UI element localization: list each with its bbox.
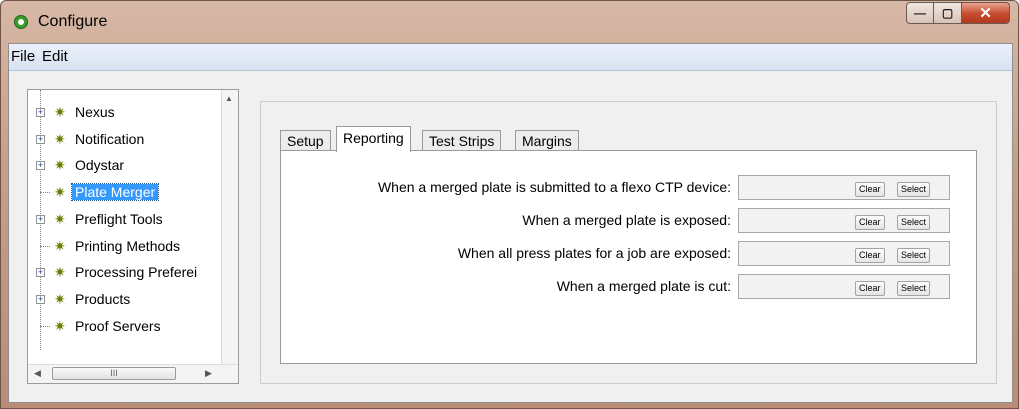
report-row-label: When a merged plate is submitted to a fl… <box>377 179 731 195</box>
tree-item-label: Plate Merger <box>70 183 160 202</box>
gear-icon: ✷ <box>54 157 66 174</box>
tree-item[interactable]: ✷ Printing Methods <box>28 236 224 262</box>
reporting-tab-content: When a merged plate is submitted to a fl… <box>280 150 977 364</box>
tree-vertical-scrollbar[interactable]: ▲ <box>221 90 238 365</box>
expand-icon[interactable]: + <box>36 134 45 144</box>
maximize-button[interactable]: ▢ <box>934 2 962 24</box>
minimize-button[interactable]: — <box>906 2 934 24</box>
menu-edit[interactable]: Edit <box>42 48 68 65</box>
gear-icon: ✷ <box>54 104 66 120</box>
close-button[interactable]: ✕ <box>962 2 1010 24</box>
gear-icon: ✷ <box>54 210 66 227</box>
category-tree: + ✷ Nexus + ✷ Notification + ✷ Odystar ✷ Plate Mer… <box>27 89 239 384</box>
tree-connector <box>40 325 50 327</box>
tree-item[interactable]: ✷ Plate Merger <box>28 182 224 208</box>
select-button[interactable]: Select <box>897 248 931 263</box>
close-icon: ✕ <box>979 5 992 22</box>
window-title: Configure <box>38 13 108 30</box>
configure-window: Configure — ▢ ✕ File Edit + ✷ Nexus + ✷ Notif… <box>0 0 1019 409</box>
caption-buttons: — ▢ ✕ <box>906 2 1010 26</box>
report-row-label: When all press plates for a job are expo… <box>457 245 731 261</box>
gear-icon: ✷ <box>54 264 66 281</box>
select-button[interactable]: Select <box>897 182 931 197</box>
tree-item-label: Products <box>75 290 131 307</box>
tree-item[interactable]: ✷ Proof Servers <box>28 316 224 342</box>
expand-icon[interactable]: + <box>36 108 45 117</box>
clear-button[interactable]: Clear <box>855 215 885 230</box>
scroll-left-arrow-icon[interactable]: ◀ <box>34 368 41 379</box>
tree-item[interactable]: + ✷ Products <box>28 289 224 315</box>
gear-icon: ✷ <box>54 237 66 254</box>
report-script-field[interactable]: Clear Select <box>738 175 950 200</box>
tree-item[interactable]: + ✷ Preflight Tools <box>28 209 224 235</box>
tree-item[interactable]: + ✷ Nexus <box>28 102 224 128</box>
tree-item[interactable]: + ✷ Notification <box>28 129 224 155</box>
tree-item-label: Proof Servers <box>75 317 161 334</box>
tree-item-label: Printing Methods <box>75 237 181 254</box>
client-area: File Edit + ✷ Nexus + ✷ Notification + ✷ Odystar… <box>8 43 1013 403</box>
expand-icon[interactable]: + <box>36 294 45 304</box>
scroll-right-arrow-icon[interactable]: ▶ <box>205 368 212 379</box>
gear-icon: ✷ <box>54 184 66 201</box>
report-row: When a merged plate is exposed: Clear Sele… <box>281 208 976 234</box>
expand-icon[interactable]: + <box>36 268 45 278</box>
tree-horizontal-scrollbar[interactable]: ◀ III ▶ <box>28 364 238 383</box>
report-script-field[interactable]: Clear Select <box>738 208 950 233</box>
report-script-field[interactable]: Clear Select <box>738 274 950 299</box>
select-button[interactable]: Select <box>897 281 931 296</box>
title-bar[interactable]: Configure — ▢ ✕ <box>1 1 1018 43</box>
tab-test-strips-label: Test Strips <box>429 133 495 149</box>
tree-item-label: Processing Preferei <box>75 264 198 281</box>
scroll-up-arrow-icon[interactable]: ▲ <box>225 94 233 103</box>
tree-connector <box>40 245 50 247</box>
tab-setup[interactable]: Setup <box>280 130 331 151</box>
maximize-icon: ▢ <box>941 6 954 20</box>
clear-button[interactable]: Clear <box>855 248 885 263</box>
report-row: When all press plates for a job are expo… <box>281 241 976 267</box>
menu-bar: File Edit <box>9 44 1012 71</box>
tab-reporting[interactable]: Reporting <box>336 126 411 152</box>
select-button[interactable]: Select <box>897 215 931 230</box>
tab-margins-label: Margins <box>522 133 572 149</box>
report-row-label: When a merged plate is exposed: <box>522 212 731 228</box>
tree-item[interactable]: + ✷ Odystar <box>28 155 224 181</box>
expand-icon[interactable]: + <box>36 214 45 224</box>
scroll-thumb[interactable]: III <box>52 367 176 380</box>
clear-button[interactable]: Clear <box>855 182 885 197</box>
app-icon <box>14 15 28 29</box>
report-script-field[interactable]: Clear Select <box>738 241 950 266</box>
tree-connector <box>40 192 50 194</box>
report-row-label: When a merged plate is cut: <box>556 278 731 294</box>
tree-item-label: Nexus <box>75 104 115 120</box>
tree-item-label: Odystar <box>75 157 125 174</box>
tab-setup-label: Setup <box>287 133 324 149</box>
report-row: When a merged plate is cut: Clear Select <box>281 274 976 300</box>
tree-item-label: Notification <box>75 130 145 147</box>
gear-icon: ✷ <box>54 290 66 307</box>
tab-margins[interactable]: Margins <box>515 130 579 151</box>
menu-file[interactable]: File <box>11 48 35 65</box>
tab-reporting-label: Reporting <box>343 130 404 146</box>
tree-item[interactable]: + ✷ Processing Preferei <box>28 262 224 288</box>
settings-panel: Setup Reporting Test Strips Margins When… <box>260 101 997 384</box>
gear-icon: ✷ <box>54 317 66 334</box>
report-row: When a merged plate is submitted to a fl… <box>281 175 976 201</box>
gear-icon: ✷ <box>54 130 66 147</box>
scroll-thumb-grip: III <box>110 368 118 378</box>
tree-item-label: Preflight Tools <box>75 210 163 227</box>
tab-test-strips[interactable]: Test Strips <box>422 130 502 151</box>
clear-button[interactable]: Clear <box>855 281 885 296</box>
expand-icon[interactable]: + <box>36 161 45 171</box>
minimize-icon: — <box>914 6 926 20</box>
